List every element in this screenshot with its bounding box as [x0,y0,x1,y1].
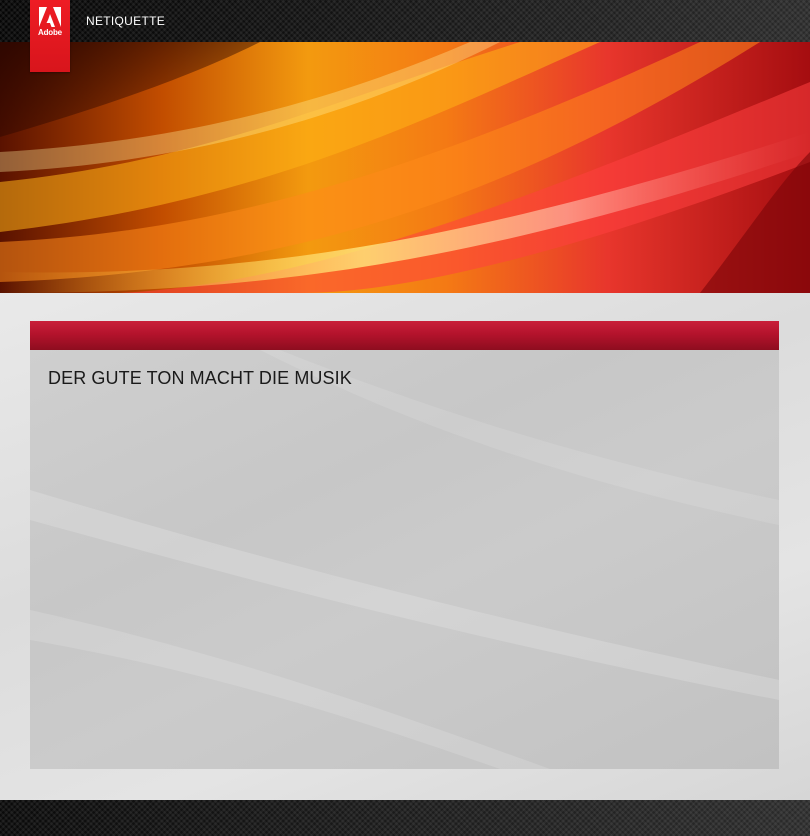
logo-text: Adobe [38,28,62,37]
nav-title[interactable]: NETIQUETTE [86,14,165,28]
adobe-logo[interactable]: Adobe [30,0,70,72]
footer-bar [0,800,810,836]
panel-wave-decoration [30,350,779,769]
panel-title: DER GUTE TON MACHT DIE MUSIK [48,368,352,388]
panel-header-bar [30,321,779,350]
adobe-logo-icon [39,7,61,27]
content-panel: DER GUTE TON MACHT DIE MUSIK [30,350,779,769]
top-bar: NETIQUETTE [0,0,810,42]
hero-banner [0,42,810,293]
wave-banner-image [0,42,810,293]
